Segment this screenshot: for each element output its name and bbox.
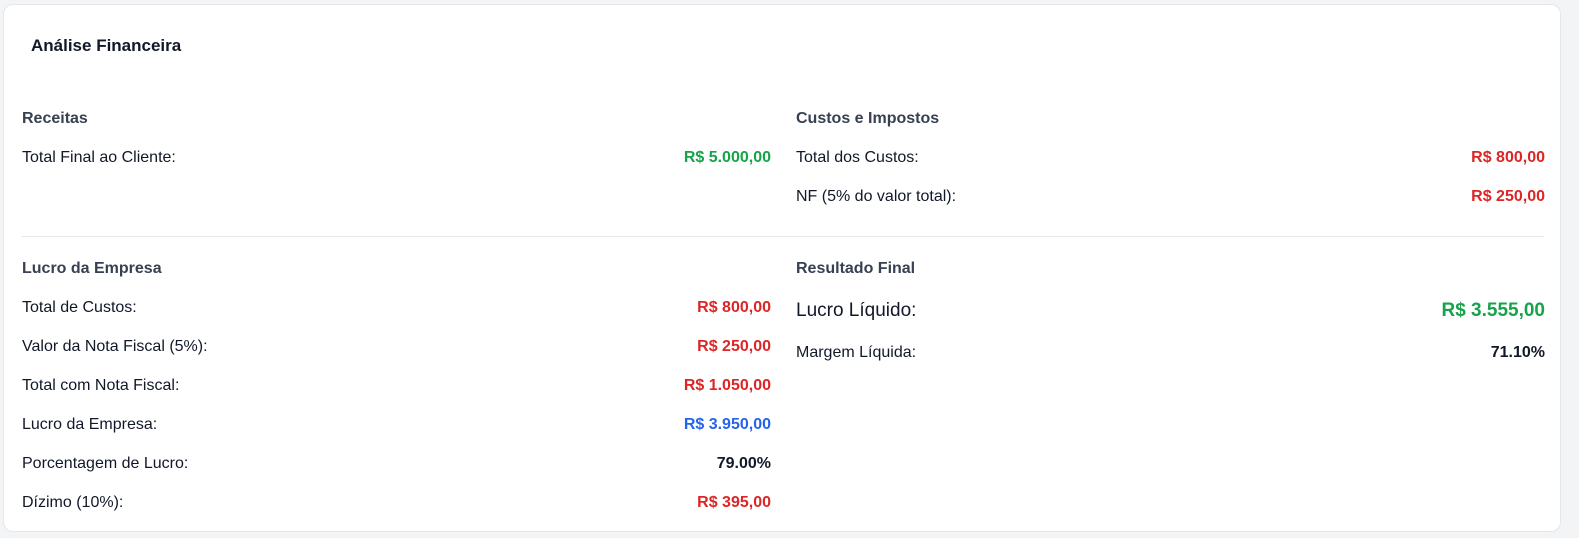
row-value: 71.10% xyxy=(1490,344,1545,361)
row-porcentagem-de-lucro: Porcentagem de Lucro: 79.00% xyxy=(22,454,771,474)
row-value: R$ 1.050,00 xyxy=(683,377,771,394)
row-value: R$ 5.000,00 xyxy=(683,149,771,166)
section-divider xyxy=(22,236,1544,237)
row-label: Valor da Nota Fiscal (5%): xyxy=(22,338,208,355)
section-title-receitas: Receitas xyxy=(22,110,88,127)
row-total-final-cliente: Total Final ao Cliente: R$ 5.000,00 xyxy=(22,148,771,168)
section-receitas: Receitas Total Final ao Cliente: R$ 5.00… xyxy=(22,109,771,187)
row-label: Total de Custos: xyxy=(22,299,137,316)
card-title: Análise Financeira xyxy=(31,36,182,55)
row-label: Dízimo (10%): xyxy=(22,494,124,511)
financial-analysis-card: Análise Financeira Receitas Total Final … xyxy=(3,4,1561,532)
row-label: Porcentagem de Lucro: xyxy=(22,455,189,472)
row-lucro-da-empresa: Lucro da Empresa: R$ 3.950,00 xyxy=(22,415,771,435)
row-nf: NF (5% do valor total): R$ 250,00 xyxy=(796,187,1545,207)
row-lucro-liquido: Lucro Líquido: R$ 3.555,00 xyxy=(796,298,1545,324)
row-value: R$ 3.950,00 xyxy=(683,416,771,433)
row-margem-liquida: Margem Líquida: 71.10% xyxy=(796,343,1545,363)
row-total-com-nota-fiscal: Total com Nota Fiscal: R$ 1.050,00 xyxy=(22,376,771,396)
row-value: R$ 395,00 xyxy=(697,494,771,511)
section-title-resultado: Resultado Final xyxy=(796,260,916,277)
row-value: R$ 250,00 xyxy=(1471,188,1545,205)
row-label: Lucro Líquido: xyxy=(796,300,917,321)
row-label: Total com Nota Fiscal: xyxy=(22,377,180,394)
section-custos-impostos: Custos e Impostos Total dos Custos: R$ 8… xyxy=(796,109,1545,226)
row-total-dos-custos: Total dos Custos: R$ 800,00 xyxy=(796,148,1545,168)
section-title-custos: Custos e Impostos xyxy=(796,110,940,127)
row-label: NF (5% do valor total): xyxy=(796,188,957,205)
section-title-lucro: Lucro da Empresa xyxy=(22,260,162,277)
row-label: Lucro da Empresa: xyxy=(22,416,158,433)
row-value: 79.00% xyxy=(716,455,771,472)
row-value: R$ 250,00 xyxy=(697,338,771,355)
row-label: Total Final ao Cliente: xyxy=(22,149,176,166)
row-value: R$ 800,00 xyxy=(1471,149,1545,166)
row-value: R$ 3.555,00 xyxy=(1441,300,1545,321)
section-resultado-final: Resultado Final Lucro Líquido: R$ 3.555,… xyxy=(796,259,1545,382)
row-value: R$ 800,00 xyxy=(697,299,771,316)
row-dizimo: Dízimo (10%): R$ 395,00 xyxy=(22,493,771,513)
row-label: Total dos Custos: xyxy=(796,149,919,166)
row-valor-nota-fiscal: Valor da Nota Fiscal (5%): R$ 250,00 xyxy=(22,337,771,357)
row-label: Margem Líquida: xyxy=(796,344,917,361)
section-lucro-empresa: Lucro da Empresa Total de Custos: R$ 800… xyxy=(22,259,771,531)
row-total-de-custos: Total de Custos: R$ 800,00 xyxy=(22,298,771,318)
